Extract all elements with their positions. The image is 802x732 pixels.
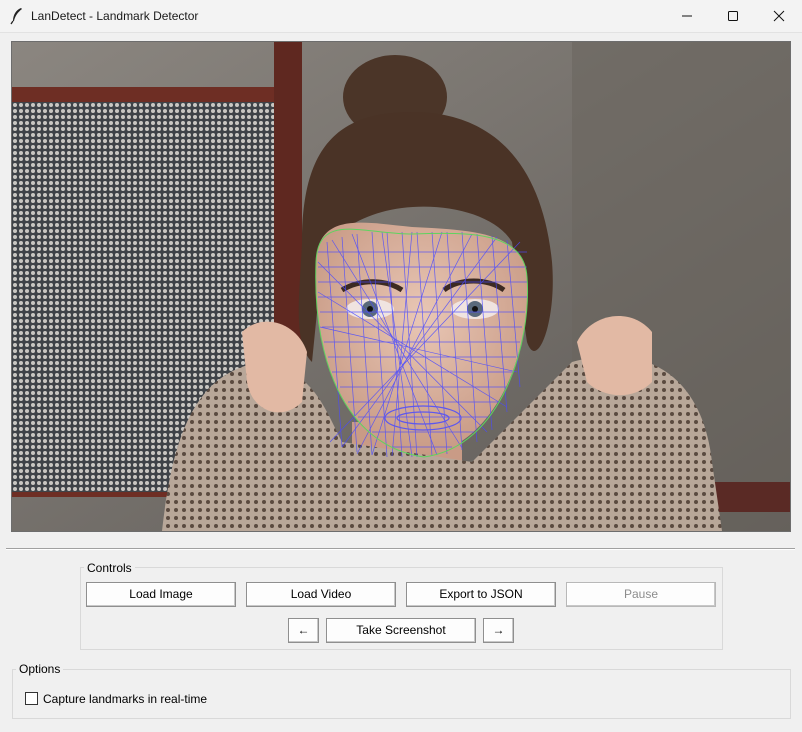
options-group-label: Options [16, 662, 64, 676]
image-canvas[interactable] [11, 41, 791, 532]
title-bar: LanDetect - Landmark Detector [0, 0, 802, 33]
window-title: LanDetect - Landmark Detector [31, 9, 199, 23]
maximize-button[interactable] [710, 0, 756, 32]
separator [6, 548, 795, 550]
pause-button[interactable]: Pause [566, 582, 716, 607]
load-image-button[interactable]: Load Image [86, 582, 236, 607]
realtime-checkbox-label[interactable]: Capture landmarks in real-time [43, 692, 207, 706]
close-button[interactable] [756, 0, 802, 32]
minimize-button[interactable] [664, 0, 710, 32]
minimize-icon [682, 15, 692, 17]
load-video-button[interactable]: Load Video [246, 582, 396, 607]
export-json-button[interactable]: Export to JSON [406, 582, 556, 607]
realtime-checkbox[interactable] [25, 692, 38, 705]
close-icon [773, 10, 785, 22]
feather-icon [10, 8, 22, 25]
controls-group-label: Controls [84, 561, 135, 575]
maximize-icon [728, 11, 738, 21]
previous-button[interactable]: ← [288, 618, 319, 643]
take-screenshot-button[interactable]: Take Screenshot [326, 618, 476, 643]
next-button[interactable]: → [483, 618, 514, 643]
